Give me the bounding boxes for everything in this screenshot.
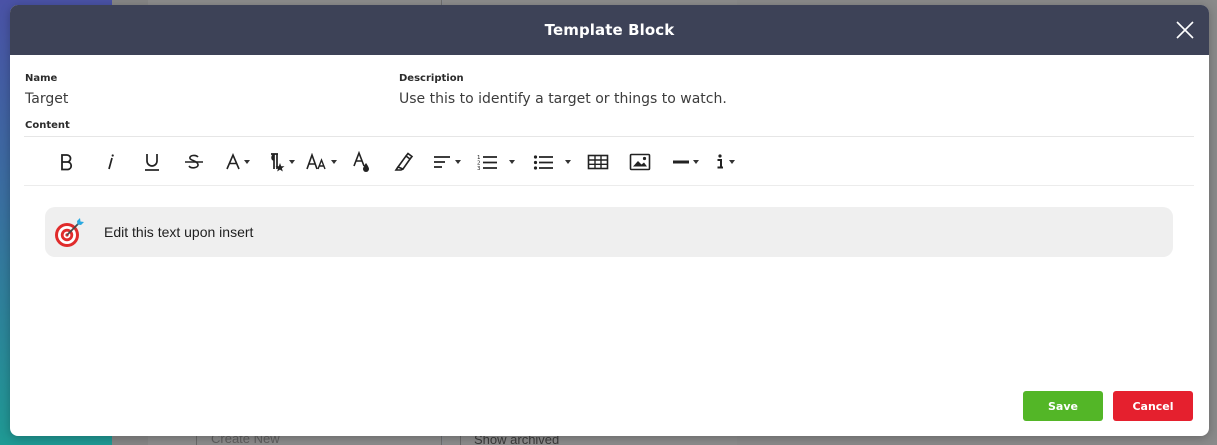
highlight-button[interactable] <box>394 149 414 175</box>
align-button[interactable] <box>432 149 461 175</box>
paragraph-style-button[interactable] <box>264 149 295 175</box>
editor-content-area[interactable]: Edit this text upon insert <box>24 187 1194 387</box>
modal-title: Template Block <box>544 21 675 39</box>
close-icon <box>1176 21 1194 39</box>
rich-text-editor: 1 2 3 Edit this text upon insert <box>24 136 1194 386</box>
ordered-list-icon: 1 2 3 <box>477 155 497 171</box>
italic-button[interactable] <box>104 149 116 175</box>
modal-header: Template Block <box>10 5 1209 55</box>
chevron-down-icon <box>693 160 699 164</box>
save-button[interactable]: Save <box>1023 391 1103 421</box>
chevron-down-icon <box>729 160 735 164</box>
unordered-list-button[interactable] <box>533 149 571 175</box>
bold-icon <box>61 154 73 171</box>
underline-button[interactable] <box>143 149 161 175</box>
editor-toolbar: 1 2 3 <box>24 137 1194 186</box>
template-block-modal: Template Block Name Target Description U… <box>10 5 1209 436</box>
info-button[interactable] <box>714 149 735 175</box>
cancel-button[interactable]: Cancel <box>1113 391 1193 421</box>
name-value[interactable]: Target <box>25 91 68 107</box>
font-size-button[interactable] <box>306 149 337 175</box>
description-label: Description <box>399 73 464 84</box>
content-label: Content <box>25 120 70 131</box>
text-color-drop-icon <box>353 151 369 172</box>
chevron-down-icon <box>244 160 250 164</box>
description-value[interactable]: Use this to identify a target or things … <box>399 91 727 107</box>
template-callout-block[interactable]: Edit this text upon insert <box>45 207 1173 257</box>
image-button[interactable] <box>629 149 651 175</box>
chevron-down-icon <box>455 160 461 164</box>
target-dart-icon <box>55 218 84 247</box>
chevron-down-icon <box>289 160 295 164</box>
info-icon <box>717 154 723 169</box>
italic-icon <box>108 154 114 170</box>
close-button[interactable] <box>1175 20 1195 40</box>
name-label: Name <box>25 73 58 84</box>
unordered-list-icon <box>533 155 553 170</box>
chevron-down-icon <box>331 160 337 164</box>
chevron-down-icon <box>565 160 571 164</box>
underline-icon <box>145 154 159 171</box>
table-button[interactable] <box>587 149 609 175</box>
text-color-button[interactable] <box>353 149 371 175</box>
font-color-icon <box>226 153 240 170</box>
bold-button[interactable] <box>58 149 74 175</box>
font-size-icon <box>306 153 326 170</box>
highlighter-icon <box>394 152 414 171</box>
block-text[interactable]: Edit this text upon insert <box>104 224 253 240</box>
strikethrough-icon <box>185 154 203 169</box>
horizontal-line-button[interactable] <box>672 149 699 175</box>
ordered-list-button[interactable]: 1 2 3 <box>477 149 515 175</box>
chevron-down-icon <box>509 160 515 164</box>
table-icon <box>587 154 609 170</box>
svg-text:3: 3 <box>477 166 481 171</box>
align-icon <box>434 156 450 168</box>
strikethrough-button[interactable] <box>184 149 204 175</box>
image-icon <box>629 153 651 171</box>
paragraph-style-icon <box>271 153 285 172</box>
font-color-button[interactable] <box>225 149 250 175</box>
horizontal-line-icon <box>673 160 689 164</box>
